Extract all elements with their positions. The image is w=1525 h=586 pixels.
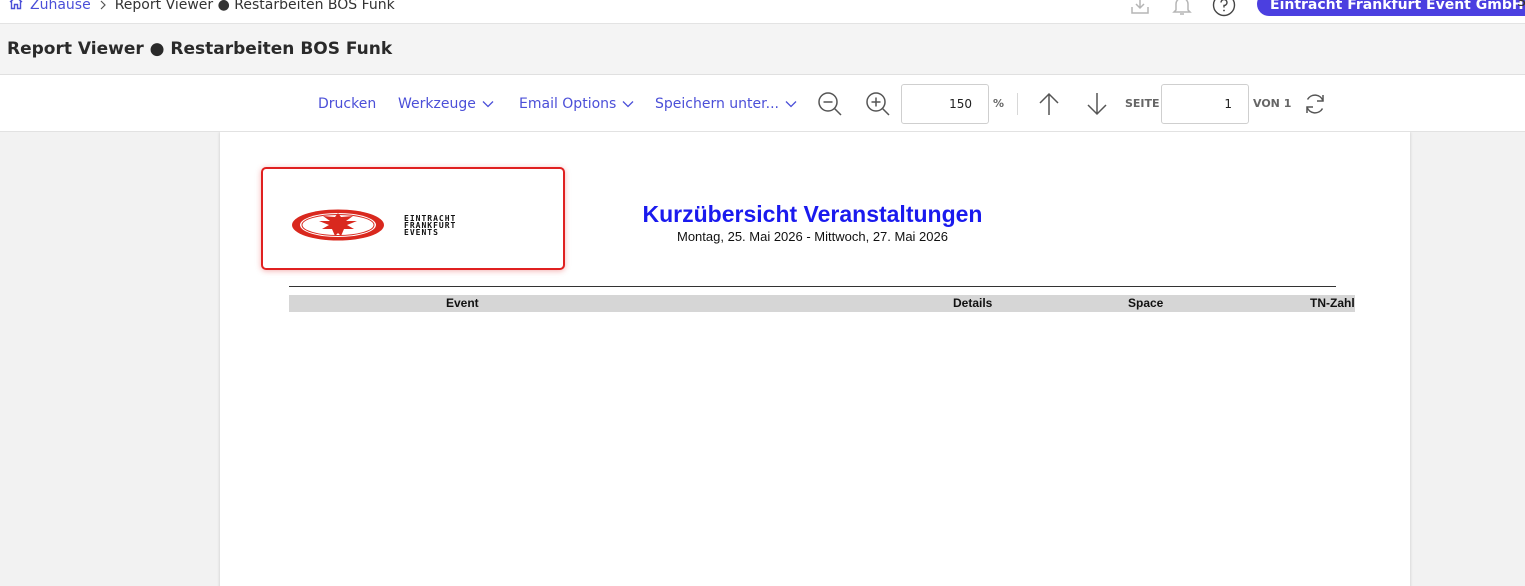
page-title: Report Viewer ● Restarbeiten BOS Funk — [7, 39, 393, 59]
bell-icon[interactable] — [1168, 0, 1196, 19]
divider-line — [289, 286, 1336, 287]
zoom-input[interactable] — [901, 84, 989, 124]
save-as-label: Speichern unter... — [655, 95, 779, 112]
report-page: EINTRACHT FRANKFURT EVENTS Kurzübersicht… — [220, 132, 1410, 586]
breadcrumb-current: Report Viewer ● Restarbeiten BOS Funk — [114, 0, 395, 13]
logo-text: EINTRACHT FRANKFURT EVENTS — [404, 215, 456, 237]
breadcrumb: Zuhause Report Viewer ● Restarbeiten BOS… — [8, 0, 395, 14]
report-table-header: Event Details Space TN-Zahl — [289, 295, 1355, 312]
column-header-details: Details — [953, 296, 993, 310]
email-options-dropdown[interactable]: Email Options — [519, 75, 634, 132]
help-icon[interactable] — [1210, 0, 1238, 19]
page-number-input[interactable] — [1161, 84, 1249, 124]
column-header-space: Space — [1128, 296, 1164, 310]
report-toolbar: Drucken Werkzeuge Email Options Speicher… — [0, 75, 1525, 132]
report-date-range: Montag, 25. Mai 2026 - Mittwoch, 27. Mai… — [677, 229, 948, 244]
arrow-down-icon[interactable] — [1082, 89, 1112, 119]
header-icon-group — [1126, 0, 1252, 19]
column-header-event: Event — [446, 296, 479, 310]
column-header-tn-zahl: TN-Zahl — [1310, 296, 1355, 310]
save-as-dropdown[interactable]: Speichern unter... — [655, 75, 797, 132]
home-icon — [8, 0, 30, 14]
zoom-out-icon[interactable] — [815, 89, 845, 119]
breadcrumb-home-label: Zuhause — [30, 0, 91, 13]
logo-line: EVENTS — [404, 228, 439, 237]
report-viewer[interactable]: EINTRACHT FRANKFURT EVENTS Kurzübersicht… — [0, 132, 1525, 586]
download-icon[interactable] — [1126, 0, 1154, 19]
zoom-in-icon[interactable] — [863, 89, 893, 119]
breadcrumb-home-link[interactable]: Zuhause — [8, 0, 91, 14]
chevron-down-icon — [482, 100, 494, 108]
page-title-bar: Report Viewer ● Restarbeiten BOS Funk — [0, 24, 1525, 75]
refresh-icon[interactable] — [1300, 89, 1330, 119]
user-menu[interactable]: S — [1517, 0, 1525, 10]
organization-button[interactable]: Eintracht Frankfurt Event GmbH — [1257, 0, 1525, 16]
print-button[interactable]: Drucken — [318, 75, 376, 132]
email-options-label: Email Options — [519, 95, 617, 112]
page-label: SEITE — [1125, 97, 1160, 110]
report-logo[interactable]: EINTRACHT FRANKFURT EVENTS — [261, 167, 565, 270]
top-navigation-bar: Zuhause Report Viewer ● Restarbeiten BOS… — [0, 0, 1525, 24]
chevron-right-icon — [99, 0, 107, 10]
print-label: Drucken — [318, 95, 377, 112]
chevron-down-icon — [785, 100, 797, 108]
chevron-down-icon — [622, 100, 634, 108]
eagle-emblem-icon — [291, 209, 385, 245]
page-count-label: VON 1 — [1253, 97, 1292, 110]
zoom-unit: % — [993, 97, 1005, 110]
report-title: Kurzübersicht Veranstaltungen — [642, 201, 983, 227]
tools-dropdown[interactable]: Werkzeuge — [398, 75, 494, 132]
toolbar-divider — [1017, 93, 1018, 115]
tools-label: Werkzeuge — [398, 95, 476, 112]
arrow-up-icon[interactable] — [1034, 89, 1064, 119]
